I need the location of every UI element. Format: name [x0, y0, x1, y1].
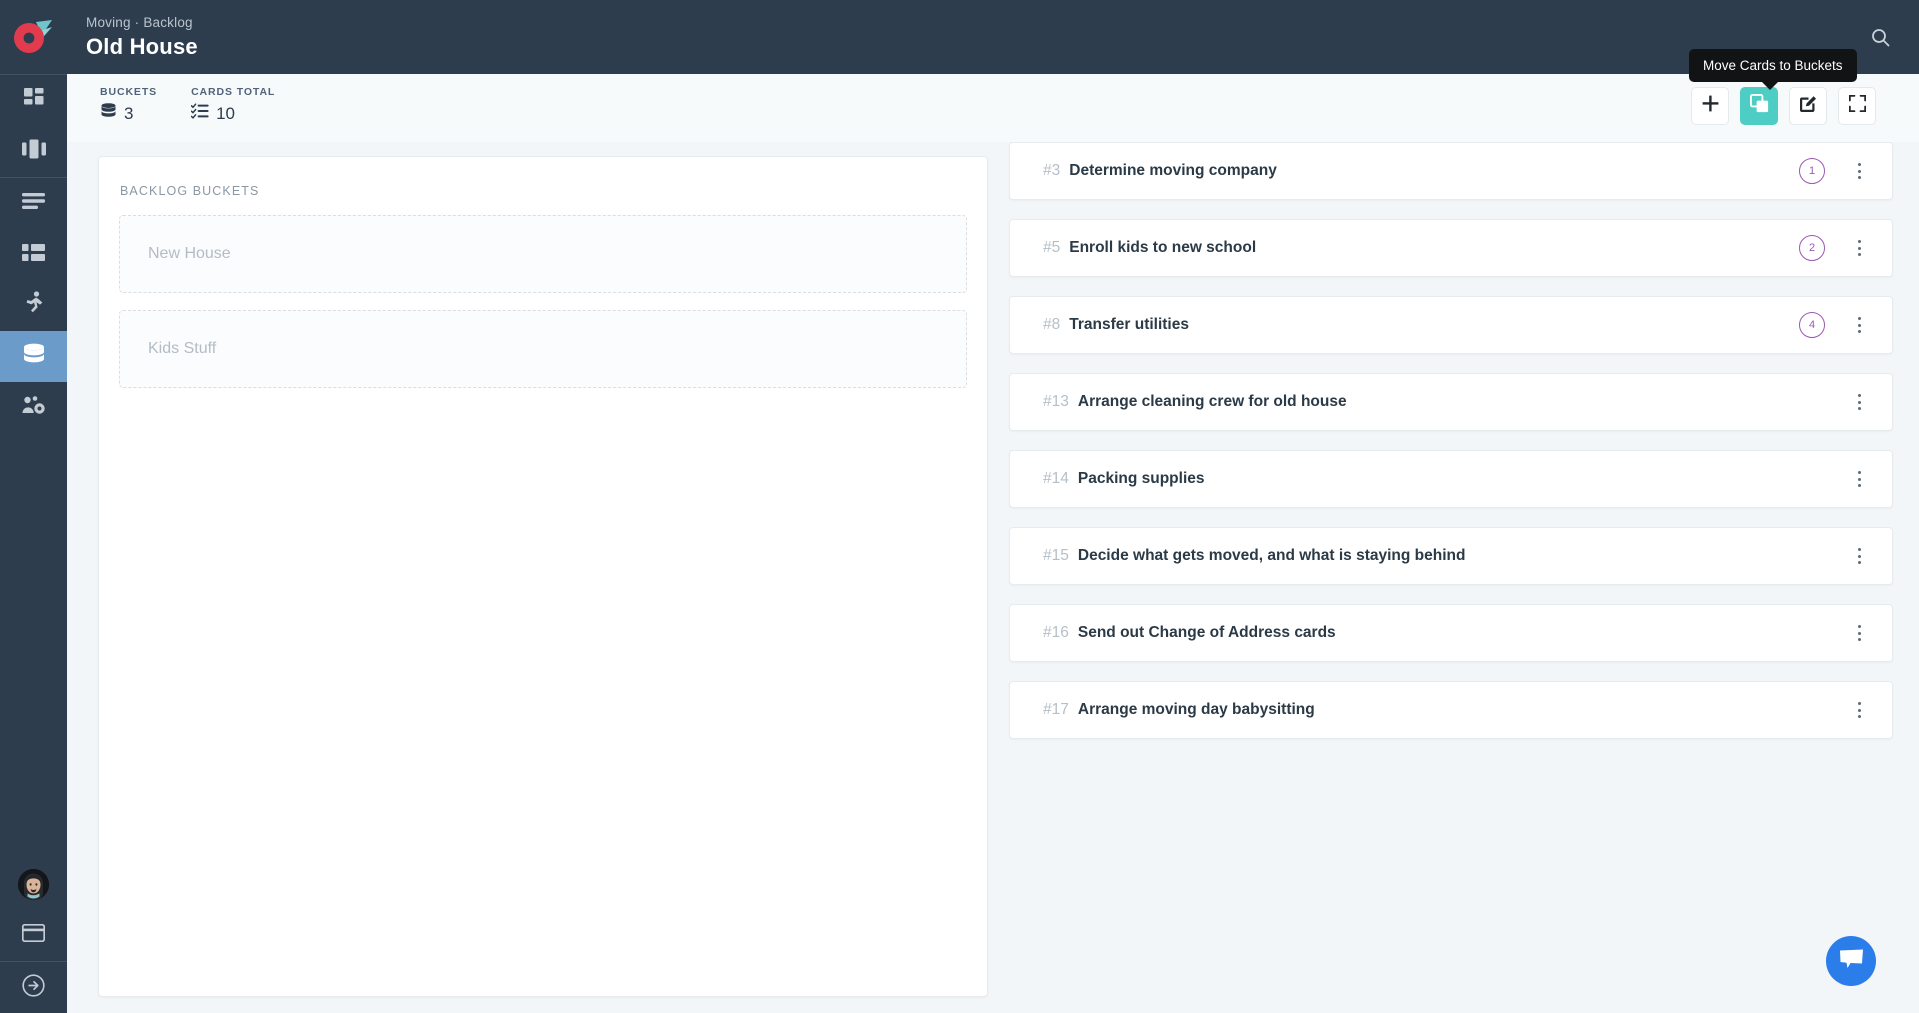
card-row[interactable]: #13 Arrange cleaning crew for old house — [1009, 373, 1893, 431]
card-menu-icon[interactable] — [1848, 158, 1870, 184]
sidebar-item-activity[interactable] — [0, 280, 67, 331]
tooltip: Move Cards to Buckets — [1689, 49, 1857, 90]
database-stack-icon — [100, 103, 117, 124]
header-titles: Moving · Backlog Old House — [86, 15, 198, 60]
card-number: #5 — [1043, 239, 1061, 256]
card-number: #17 — [1043, 701, 1069, 718]
dashboard-grid-icon — [23, 87, 45, 114]
bucket-dropzone[interactable]: New House — [119, 215, 967, 293]
database-stack-icon — [22, 343, 46, 370]
credit-card-icon — [21, 923, 46, 947]
add-button[interactable] — [1691, 87, 1729, 125]
card-title: Packing supplies — [1077, 470, 1205, 487]
page-title: Old House — [86, 33, 198, 59]
main-content: BACKLOG BUCKETS New House Kids Stuff #3 … — [67, 142, 1919, 1013]
card-number: #8 — [1043, 316, 1061, 333]
sidebar-group-secondary — [0, 178, 67, 433]
sidebar — [0, 74, 67, 1013]
card-row[interactable]: #14 Packing supplies — [1009, 450, 1893, 508]
stat-buckets-label: BUCKETS — [100, 86, 158, 98]
backlog-buckets-heading: BACKLOG BUCKETS — [120, 184, 260, 198]
bucket-dropzone[interactable]: Kids Stuff — [119, 310, 967, 388]
card-menu-icon[interactable] — [1848, 235, 1870, 261]
card-number: #3 — [1043, 162, 1061, 179]
sidebar-item-board[interactable] — [0, 126, 67, 177]
sidebar-item-buckets[interactable] — [0, 331, 67, 382]
stats-group: BUCKETS 3 CARDS TOTAL 10 — [100, 86, 275, 124]
pencil-square-icon — [1799, 94, 1818, 118]
sidebar-item-billing[interactable] — [0, 910, 67, 961]
logout-arrow-icon — [22, 973, 45, 1002]
card-row[interactable]: #8 Transfer utilities 4 — [1009, 296, 1893, 354]
expand-corners-icon — [1848, 94, 1866, 117]
stats-bar: BUCKETS 3 CARDS TOTAL 10 — [67, 74, 1919, 142]
card-menu-icon[interactable] — [1848, 466, 1870, 492]
card-badge: 4 — [1799, 312, 1825, 338]
card-number: #16 — [1043, 624, 1069, 641]
move-cards-to-buckets-button[interactable] — [1740, 87, 1778, 125]
sidebar-item-list[interactable] — [0, 178, 67, 229]
card-row[interactable]: #5 Enroll kids to new school 2 — [1009, 219, 1893, 277]
card-title: Decide what gets moved, and what is stay… — [1077, 547, 1466, 564]
backlog-buckets-panel: BACKLOG BUCKETS New House Kids Stuff — [98, 156, 988, 997]
sidebar-item-team[interactable] — [0, 382, 67, 433]
app-header: Moving · Backlog Old House — [0, 0, 1919, 74]
card-row[interactable]: #17 Arrange moving day babysitting — [1009, 681, 1893, 739]
copy-stack-icon — [1749, 93, 1769, 118]
stat-buckets-value: 3 — [124, 103, 134, 123]
card-badge: 2 — [1799, 235, 1825, 261]
card-menu-icon[interactable] — [1848, 389, 1870, 415]
sidebar-item-table[interactable] — [0, 229, 67, 280]
team-settings-icon — [22, 395, 46, 421]
card-row[interactable]: #3 Determine moving company 1 — [1009, 142, 1893, 200]
kanban-columns-icon — [21, 139, 46, 164]
card-number: #13 — [1043, 393, 1069, 410]
card-menu-icon[interactable] — [1848, 697, 1870, 723]
card-menu-icon[interactable] — [1848, 312, 1870, 338]
search-icon[interactable] — [1861, 18, 1899, 56]
card-title: Determine moving company — [1069, 162, 1277, 179]
dropzone-list: New House Kids Stuff — [99, 198, 987, 388]
fullscreen-button[interactable] — [1838, 87, 1876, 125]
toolbar — [1691, 87, 1876, 125]
sidebar-group-primary — [0, 75, 67, 177]
stat-cards-total-label: CARDS TOTAL — [191, 86, 276, 98]
avatar — [18, 869, 49, 900]
card-title: Arrange moving day babysitting — [1077, 701, 1315, 718]
list-lines-icon — [22, 193, 45, 214]
card-menu-icon[interactable] — [1848, 620, 1870, 646]
breadcrumb: Moving · Backlog — [86, 14, 193, 30]
card-badge: 1 — [1799, 158, 1825, 184]
card-number: #14 — [1043, 470, 1069, 487]
table-rows-icon — [22, 243, 45, 266]
sidebar-item-logout[interactable] — [0, 962, 67, 1013]
chat-button[interactable] — [1826, 936, 1876, 986]
card-title: Send out Change of Address cards — [1077, 624, 1336, 641]
card-title: Transfer utilities — [1069, 316, 1189, 333]
bucket-dropzone-label: New House — [148, 245, 231, 262]
stat-cards-total: CARDS TOTAL 10 — [190, 86, 276, 124]
card-row[interactable]: #16 Send out Change of Address cards — [1009, 604, 1893, 662]
sidebar-item-profile[interactable] — [0, 859, 67, 910]
cards-list: #3 Determine moving company 1 #5 Enroll … — [1009, 142, 1893, 758]
card-menu-icon[interactable] — [1848, 543, 1870, 569]
plus-icon — [1702, 95, 1719, 117]
card-row[interactable]: #15 Decide what gets moved, and what is … — [1009, 527, 1893, 585]
sidebar-item-dashboard[interactable] — [0, 75, 67, 126]
stat-cards-total-value: 10 — [216, 103, 235, 123]
app-logo[interactable] — [0, 0, 67, 74]
card-title: Enroll kids to new school — [1069, 239, 1257, 256]
stat-buckets: BUCKETS 3 — [100, 86, 157, 124]
card-title: Arrange cleaning crew for old house — [1077, 393, 1347, 410]
checklist-icon — [190, 103, 209, 124]
chat-bubble-icon — [1839, 948, 1864, 975]
bucket-dropzone-label: Kids Stuff — [148, 340, 217, 357]
edit-button[interactable] — [1789, 87, 1827, 125]
running-person-icon — [24, 291, 44, 320]
card-number: #15 — [1043, 547, 1069, 564]
